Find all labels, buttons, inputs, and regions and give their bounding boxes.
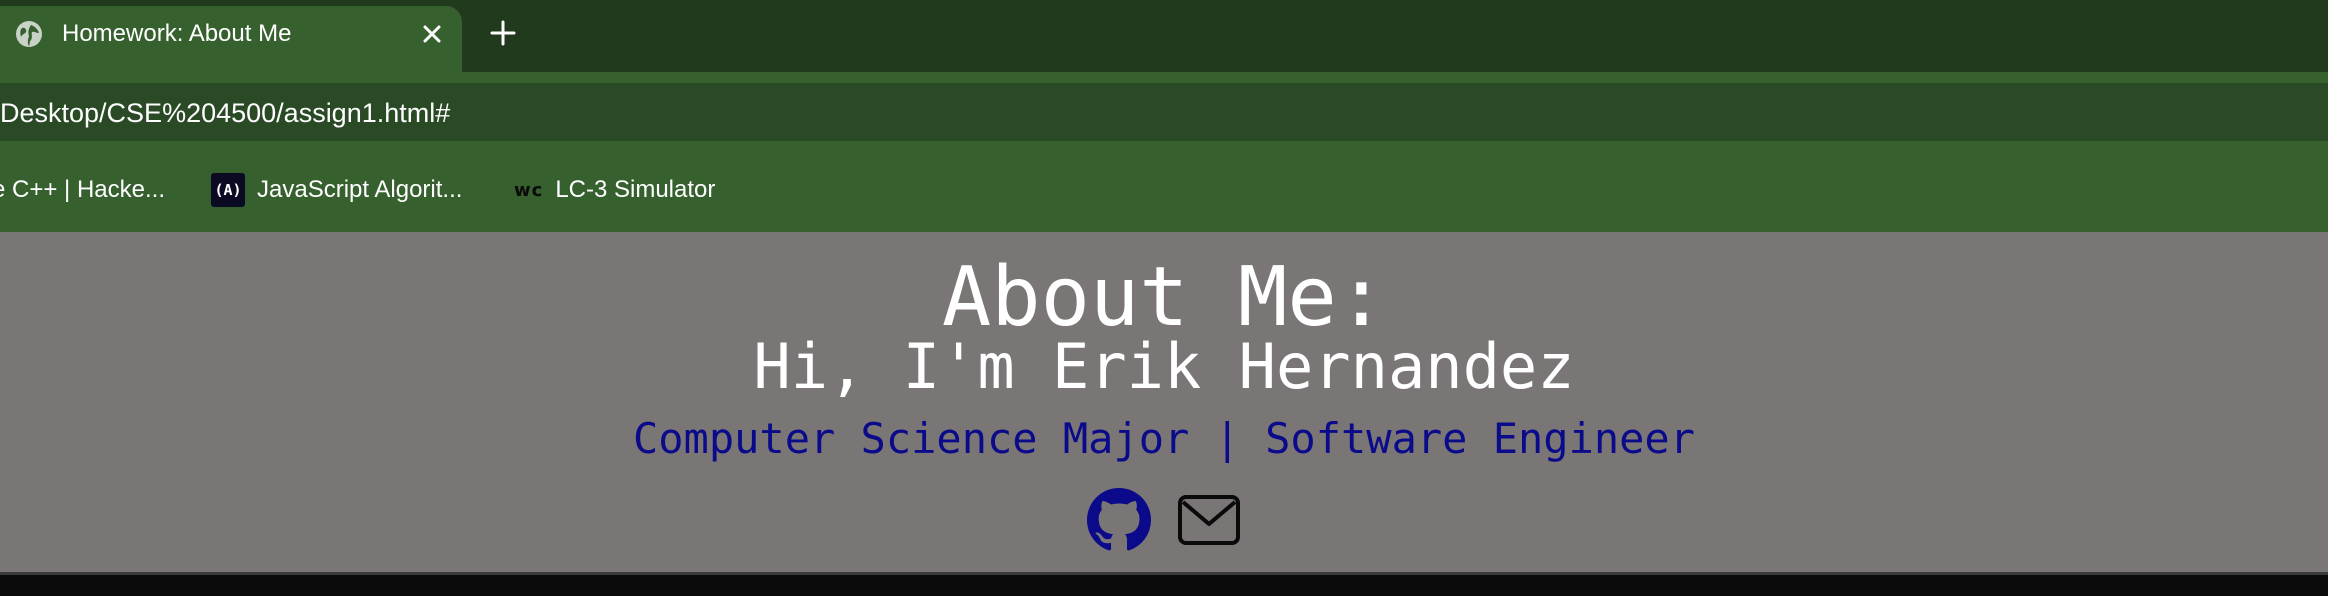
- address-bar[interactable]: Desktop/CSE%204500/assign1.html#: [0, 83, 2328, 141]
- tab-title: Homework: About Me: [62, 20, 292, 47]
- mail-icon: [1177, 494, 1241, 550]
- globe-icon: [14, 19, 44, 49]
- email-link[interactable]: [1177, 490, 1241, 554]
- bookmark-javascript-algorithms[interactable]: (A) JavaScript Algorit...: [211, 172, 462, 208]
- bookmark-label: e C++ | Hacke...: [0, 176, 165, 203]
- page-content: About Me: Hi, I'm Erik Hernandez Compute…: [0, 232, 2328, 572]
- tab-strip: Homework: About Me: [0, 0, 2328, 72]
- bookmark-label: LC-3 Simulator: [555, 176, 716, 203]
- close-icon[interactable]: [418, 20, 446, 48]
- bottom-edge: [0, 572, 2328, 596]
- freecodecamp-icon: (A): [211, 173, 245, 207]
- url-text[interactable]: Desktop/CSE%204500/assign1.html#: [0, 97, 450, 129]
- bookmark-label: JavaScript Algorit...: [257, 176, 463, 203]
- github-link[interactable]: [1087, 488, 1151, 556]
- bookmark-hackerrank-cpp[interactable]: e C++ | Hacke...: [0, 172, 165, 208]
- wc-icon: wc: [514, 179, 544, 201]
- bookmark-lc3-simulator[interactable]: wc LC-3 Simulator: [514, 172, 715, 208]
- bookmarks-bar: e C++ | Hacke... (A) JavaScript Algorit.…: [0, 150, 2328, 232]
- page-tagline: Computer Science Major | Software Engine…: [632, 414, 1696, 463]
- browser-window: Homework: About Me Desktop/CSE%204500/as…: [0, 0, 2328, 596]
- page-subtitle: Hi, I'm Erik Hernandez: [753, 330, 1575, 403]
- github-icon: [1087, 488, 1151, 556]
- toolbar: Desktop/CSE%204500/assign1.html#: [0, 72, 2328, 150]
- tab-homework-about-me[interactable]: Homework: About Me: [0, 6, 462, 72]
- social-links: [0, 488, 2328, 560]
- plus-icon[interactable]: [486, 16, 520, 50]
